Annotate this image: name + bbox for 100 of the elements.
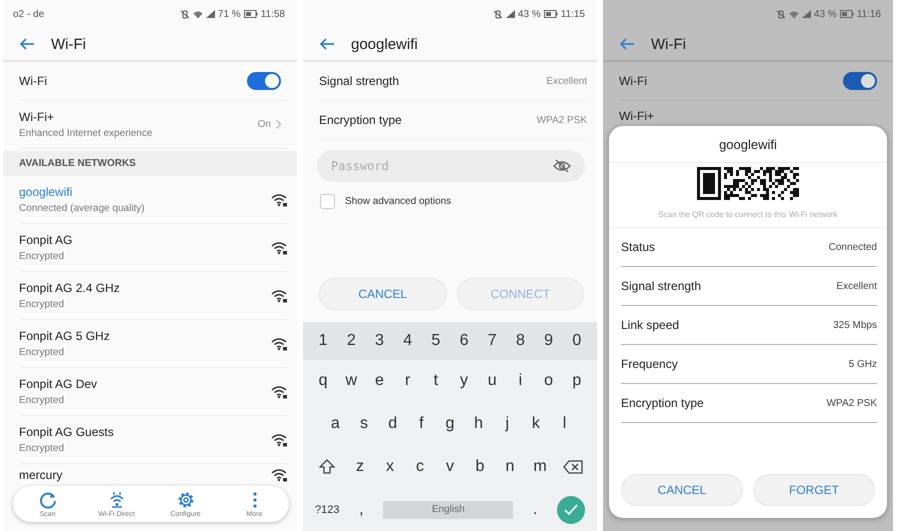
key[interactable]: 2	[342, 326, 360, 356]
key[interactable]: k	[526, 409, 545, 440]
network-item[interactable]: Fonpit AG Guests Encrypted	[19, 416, 287, 464]
network-status: Encrypted	[19, 347, 66, 358]
backspace-icon	[563, 460, 583, 474]
key[interactable]: c	[411, 452, 429, 482]
network-name: Fonpit AG Dev	[19, 377, 98, 391]
back-arrow-icon	[19, 37, 35, 51]
dialog-button[interactable]: FORGET	[753, 474, 875, 506]
key[interactable]: ,	[352, 494, 370, 525]
key[interactable]: u	[483, 366, 502, 396]
network-name: mercury	[19, 468, 62, 482]
key[interactable]: 9	[540, 326, 558, 356]
key[interactable]: g	[440, 409, 459, 440]
info-label: Encryption type	[621, 396, 704, 410]
key[interactable]: q	[314, 366, 332, 396]
key[interactable]: p	[568, 366, 586, 396]
qr-caption: Scan the QR code to connect to this Wi-Fi network	[657, 210, 839, 219]
key[interactable]: 7	[483, 326, 502, 356]
network-status: Encrypted	[19, 395, 66, 406]
key[interactable]: z	[351, 452, 369, 482]
key[interactable]: m	[531, 452, 549, 482]
screen-title: googlewifi	[351, 36, 418, 52]
key[interactable]: 8	[511, 326, 530, 356]
network-status: Connected (average quality)	[19, 203, 145, 214]
password-field[interactable]: Password	[317, 150, 585, 182]
wifi-lock-icon	[271, 336, 287, 350]
wifi-lock-icon	[271, 432, 287, 446]
space-bar[interactable]: English	[383, 500, 514, 519]
setting-label: Wi-Fi	[19, 74, 47, 88]
refresh-icon	[38, 490, 56, 508]
key[interactable]: s	[354, 409, 373, 440]
dialog-button[interactable]: CANCEL	[621, 474, 743, 506]
network-item[interactable]: Fonpit AG Dev Encrypted	[19, 368, 287, 416]
key[interactable]: j	[498, 409, 516, 440]
wifi-lock-icon	[271, 384, 287, 398]
chevron-right-icon	[276, 120, 281, 129]
network-item[interactable]: googlewifi Connected (average quality)	[19, 176, 287, 224]
eye-off-icon[interactable]	[553, 159, 571, 173]
clock: 11:58	[260, 8, 285, 20]
wifi-lock-icon	[271, 468, 287, 482]
wifi-lock-icon	[271, 192, 287, 206]
battery-level: 71 %	[218, 8, 241, 20]
battery-icon	[840, 10, 854, 18]
key[interactable]: 6	[455, 326, 474, 356]
info-value: WPA2 PSK	[826, 398, 877, 408]
signal-icon	[206, 10, 215, 18]
key[interactable]: f	[412, 409, 430, 440]
battery-level: 43 %	[814, 8, 837, 20]
info-label: Status	[621, 240, 656, 254]
battery-level: 43 %	[518, 8, 541, 20]
wifi-toggle[interactable]	[247, 72, 281, 90]
key[interactable]: .	[526, 494, 544, 525]
vibrate-off-icon	[180, 10, 190, 18]
key[interactable]: b	[471, 452, 489, 482]
dialog-title: googlewifi	[609, 126, 887, 163]
dialog-button[interactable]: CANCEL	[319, 278, 446, 310]
network-item[interactable]: Fonpit AG 5 GHz Encrypted	[19, 320, 287, 368]
wifi-direct-icon	[108, 490, 126, 508]
key[interactable]: v	[441, 452, 459, 482]
wifi-toggle[interactable]	[843, 72, 877, 90]
network-name: Fonpit AG	[19, 233, 72, 247]
network-item[interactable]: mercury	[19, 464, 287, 485]
clock: 11:16	[856, 8, 881, 20]
key[interactable]: x	[381, 452, 399, 482]
key[interactable]: 1	[314, 326, 332, 356]
key[interactable]: 5	[426, 326, 445, 356]
key[interactable]: e	[370, 366, 388, 396]
key[interactable]: a	[326, 409, 344, 440]
key[interactable]: 3	[370, 326, 388, 356]
network-name: Fonpit AG 2.4 GHz	[19, 281, 120, 295]
key[interactable]: l	[556, 409, 574, 440]
shift-arrow-icon	[319, 458, 335, 475]
info-value: Excellent	[836, 280, 877, 292]
key[interactable]: 4	[398, 326, 417, 356]
setting-value: On	[258, 119, 271, 130]
key[interactable]: r	[398, 366, 417, 396]
info-label: Link speed	[621, 318, 680, 332]
section-header: AVAILABLE NETWORKS	[3, 151, 297, 176]
setting-description: Enhanced Internet experience	[19, 128, 152, 139]
setting-label: Wi-Fi	[619, 74, 647, 88]
key[interactable]: i	[511, 366, 530, 396]
key[interactable]: d	[384, 409, 402, 440]
checkbox[interactable]	[320, 194, 335, 209]
key[interactable]: w	[342, 366, 360, 396]
screen-title: Wi-Fi	[651, 36, 686, 52]
network-item[interactable]: Fonpit AG Encrypted	[19, 224, 287, 272]
wifi-lock-icon	[271, 288, 287, 302]
key[interactable]: o	[540, 366, 558, 396]
enter-key[interactable]	[556, 496, 585, 524]
battery-icon	[544, 10, 558, 18]
key[interactable]: ?123	[315, 494, 340, 525]
key[interactable]: h	[470, 409, 488, 440]
key[interactable]: n	[501, 452, 519, 482]
key[interactable]: t	[426, 366, 445, 396]
network-name: googlewifi	[19, 185, 74, 199]
key[interactable]: 0	[568, 326, 586, 356]
network-item[interactable]: Fonpit AG 2.4 GHz Encrypted	[19, 272, 287, 320]
key[interactable]: y	[455, 366, 474, 396]
network-status: Encrypted	[19, 443, 66, 454]
